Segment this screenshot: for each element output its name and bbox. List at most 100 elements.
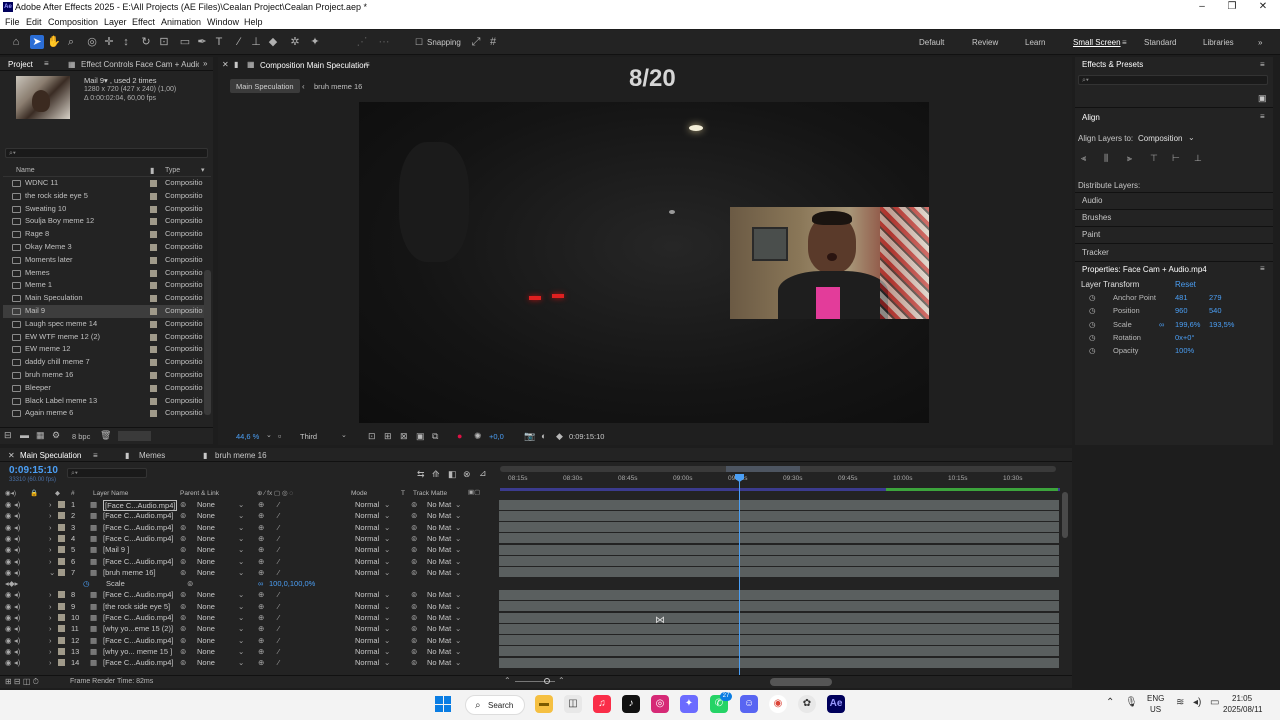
- mode-chevron-icon[interactable]: ⌄: [384, 589, 390, 600]
- tab-composition[interactable]: Composition Main Speculation: [260, 61, 368, 70]
- timeline-scrollbar[interactable]: [1062, 492, 1068, 538]
- parent-dropdown[interactable]: None: [197, 601, 215, 612]
- viewer-timecode[interactable]: 0:09:15:10: [569, 432, 604, 441]
- parent-chevron-icon[interactable]: ⌄: [238, 499, 244, 510]
- audio-icon[interactable]: ◂): [14, 589, 20, 600]
- layer-label-swatch[interactable]: [58, 523, 65, 531]
- workspace-default[interactable]: Default: [919, 38, 944, 47]
- scale-value[interactable]: 100,0,100,0%: [269, 578, 315, 589]
- shy-switch-icon[interactable]: ⊕: [258, 510, 264, 521]
- property-value-1[interactable]: 960: [1175, 306, 1188, 315]
- expand-arrow-icon[interactable]: ›: [49, 499, 52, 510]
- layer-row[interactable]: ◉ ◂) › 8 ▦ [Face C...Audio.mp4] ⊚ None ⌄ ⊕ ⁄ Normal…: [0, 589, 500, 600]
- layer-name-header[interactable]: Layer Name: [93, 490, 128, 497]
- shy-switch-icon[interactable]: ⊕: [258, 544, 264, 555]
- pickwhip-icon[interactable]: ⊚: [180, 589, 186, 600]
- color-channels-icon[interactable]: ●: [457, 431, 462, 441]
- audio-icon[interactable]: ◂): [14, 522, 20, 533]
- layer-name[interactable]: [Mail 9 ]: [103, 544, 129, 555]
- scale-link-icon[interactable]: ∞: [258, 578, 263, 589]
- tab-project[interactable]: Project: [8, 60, 33, 69]
- layer-label-swatch[interactable]: [58, 614, 65, 621]
- track-matte-dropdown[interactable]: No Mat: [427, 601, 451, 612]
- layer-row[interactable]: ◉ ◂) ⌄ 7 ▦ [bruh meme 16] ⊚ None ⌄ ⊕ ⁄ Normal ⌄ ⊚ No M…: [0, 567, 500, 578]
- parent-dropdown[interactable]: None: [197, 646, 215, 657]
- region-indicator[interactable]: US: [1150, 705, 1161, 714]
- shy-switch-icon[interactable]: ⊕: [258, 601, 264, 612]
- layer-label-swatch[interactable]: [58, 534, 65, 542]
- project-search-input[interactable]: ⌕▾: [5, 148, 208, 158]
- layer-row[interactable]: ◉ ◂) › 13 ▦ [why yo... meme 15 ] ⊚ None ⌄ ⊕ ⁄ Norma…: [0, 646, 500, 657]
- taskbar-search[interactable]: ⌕ Search: [465, 695, 525, 715]
- pickwhip-icon[interactable]: ⊚: [180, 646, 186, 657]
- label-color-swatch[interactable]: [150, 180, 157, 187]
- matte-pickwhip-icon[interactable]: ⊚: [411, 556, 417, 567]
- expand-arrow-icon[interactable]: ›: [49, 510, 52, 521]
- layer-name[interactable]: [bruh meme 16]: [103, 567, 156, 578]
- resolution-dropdown[interactable]: Third: [300, 432, 317, 441]
- label-col-icon[interactable]: ▮: [150, 166, 154, 175]
- parent-chevron-icon[interactable]: ⌄: [238, 533, 244, 544]
- draft-3d-icon[interactable]: ⟰: [432, 469, 440, 480]
- audio-icon[interactable]: ◂): [14, 544, 20, 555]
- label-color-swatch[interactable]: [150, 244, 157, 251]
- quality-switch-icon[interactable]: ⁄: [278, 522, 279, 533]
- matte-pickwhip-icon[interactable]: ⊚: [411, 623, 417, 634]
- property-value-2[interactable]: 540: [1209, 306, 1222, 315]
- label-color-swatch[interactable]: [150, 359, 157, 367]
- face-cam-layer[interactable]: [730, 207, 929, 319]
- parent-dropdown[interactable]: None: [197, 635, 215, 646]
- mode-chevron-icon[interactable]: ⌄: [384, 567, 390, 578]
- mode-chevron-icon[interactable]: ⌄: [384, 510, 390, 521]
- delete-icon[interactable]: 🗑: [100, 430, 111, 441]
- layer-row[interactable]: ◉ ◂) › 4 ▦ [Face C...Audio.mp4] ⊚ None ⌄ ⊕ ⁄ Normal…: [0, 533, 500, 544]
- col-type-header[interactable]: Type: [165, 167, 180, 174]
- project-item[interactable]: Main Speculation Compositio: [3, 292, 209, 305]
- layer-label-swatch[interactable]: [58, 636, 65, 644]
- layer-track-bar[interactable]: [499, 657, 1059, 668]
- matte-chevron-icon[interactable]: ⌄: [455, 533, 461, 544]
- matte-pickwhip-icon[interactable]: ⊚: [411, 544, 417, 555]
- menu-effect[interactable]: Effect: [132, 17, 155, 27]
- mode-chevron-icon[interactable]: ⌄: [384, 601, 390, 612]
- section-tracker[interactable]: Tracker: [1082, 248, 1109, 257]
- quality-switch-icon[interactable]: ⁄: [278, 657, 279, 668]
- quality-switch-icon[interactable]: ⁄: [278, 601, 279, 612]
- expand-arrow-icon[interactable]: ›: [49, 623, 52, 634]
- expand-arrow-icon[interactable]: ›: [49, 533, 52, 544]
- layer-name[interactable]: [Face C...Audio.mp4]: [103, 533, 173, 544]
- parent-chevron-icon[interactable]: ⌄: [238, 567, 244, 578]
- matte-chevron-icon[interactable]: ⌄: [455, 623, 461, 634]
- parent-chevron-icon[interactable]: ⌄: [238, 522, 244, 533]
- matte-chevron-icon[interactable]: ⌄: [455, 646, 461, 657]
- mode-chevron-icon[interactable]: ⌄: [384, 635, 390, 646]
- project-item[interactable]: Rage 8 Compositio: [3, 228, 209, 241]
- audio-icon[interactable]: ◂): [14, 657, 20, 668]
- reset-link[interactable]: Reset: [1175, 280, 1196, 289]
- project-item[interactable]: Bleeper Compositio: [3, 382, 209, 395]
- parent-chevron-icon[interactable]: ⌄: [238, 623, 244, 634]
- after-effects-taskbar-icon[interactable]: Ae: [827, 695, 845, 713]
- align-vcenter-icon[interactable]: ⊢: [1172, 154, 1181, 163]
- audio-icon[interactable]: ◂): [14, 623, 20, 634]
- brush-tool-icon[interactable]: ∕: [232, 35, 246, 49]
- clone-stamp-icon[interactable]: ⊥: [249, 35, 263, 49]
- workspace-libraries[interactable]: Libraries: [1203, 38, 1234, 47]
- properties-menu-icon[interactable]: ≡: [1260, 264, 1265, 273]
- mode-chevron-icon[interactable]: ⌄: [384, 646, 390, 657]
- visibility-icon[interactable]: ◉: [5, 623, 12, 634]
- menu-file[interactable]: File: [5, 17, 20, 27]
- 3d-view-icon[interactable]: ⧉: [432, 431, 438, 442]
- quality-switch-icon[interactable]: ⁄: [278, 646, 279, 657]
- sort-icon[interactable]: ▾: [201, 166, 205, 174]
- scale-pickwhip-icon[interactable]: ⊚: [187, 578, 193, 589]
- mode-dropdown[interactable]: Normal: [355, 567, 379, 578]
- layer-track-bar[interactable]: [499, 589, 1059, 600]
- mode-dropdown[interactable]: Normal: [355, 657, 379, 668]
- layer-track-bar[interactable]: [499, 522, 1059, 533]
- pickwhip-icon[interactable]: ⊚: [180, 567, 186, 578]
- matte-pickwhip-icon[interactable]: ⊚: [411, 522, 417, 533]
- section-audio[interactable]: Audio: [1082, 196, 1102, 205]
- menu-layer[interactable]: Layer: [104, 17, 127, 27]
- align-bottom-icon[interactable]: ⊥: [1194, 154, 1203, 163]
